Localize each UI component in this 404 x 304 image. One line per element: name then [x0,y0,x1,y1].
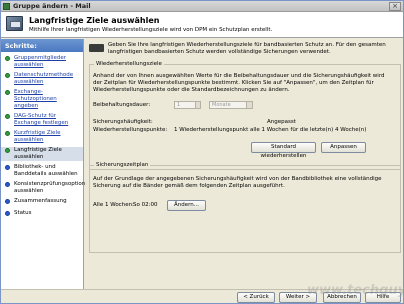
close-button[interactable]: × [389,2,401,11]
step-complete-icon [5,56,10,61]
recovery-points-label: Wiederherstellungspunkte: [93,127,168,133]
steps-heading: Schritte: [1,39,83,52]
step-dag-schutz[interactable]: DAG-Schutz für Exchange festlegen [1,113,83,127]
intro-text: Geben Sie Ihre langfristigen Wiederherst… [108,42,386,55]
step-current-icon [5,148,10,153]
steps-sidebar: Schritte: Gruppenmitglieder auswählen Da… [1,39,92,289]
step-pending-icon [5,182,10,187]
recovery-goals-group: Wiederherstellungsziele Anhand der von I… [89,61,401,170]
window-title: Gruppe ändern - Mail [13,2,91,10]
title-bar: Gruppe ändern - Mail × [1,1,403,12]
wizard-window: Gruppe ändern - Mail × Langfristige Ziel… [0,0,404,304]
steps-list: Gruppenmitglieder auswählen Datenschutzm… [1,52,92,219]
spinner-arrows-icon [195,102,200,108]
retention-spinner: 1 [174,101,201,109]
step-datenschutzmethode[interactable]: Datenschutzmethode auswählen [1,72,83,86]
retention-unit-value: Monate [212,102,231,108]
restore-default-button[interactable]: Standard wiederherstellen [251,142,316,159]
retention-unit-select: Monate [209,101,253,109]
recovery-goals-label: Wiederherstellungsziele [94,61,164,67]
step-gruppenmitglieder[interactable]: Gruppenmitglieder auswählen [1,55,83,69]
server-icon [6,16,23,31]
customize-button[interactable]: Anpassen [321,142,366,153]
chevron-down-icon [246,102,252,108]
step-complete-icon [5,73,10,78]
step-status[interactable]: Status [1,210,83,219]
step-pending-icon [5,199,10,204]
retention-label: Beibehaltungsdauer: [93,102,151,108]
step-zusammenfassung[interactable]: Zusammenfassung [1,198,83,207]
step-pending-icon [5,211,10,216]
backup-schedule-label: Sicherungszeitplan [94,162,151,168]
main-content: Geben Sie Ihre langfristigen Wiederherst… [85,39,403,289]
step-bibliothek-banddetails[interactable]: Bibliothek- und Banddetails auswählen [1,164,83,178]
step-kurzfristige-ziele[interactable]: Kurzfristige Ziele auswählen [1,130,83,144]
page-title: Langfristige Ziele auswählen [29,16,160,25]
schedule-entry-label: Alle 1 Wochen: [93,202,134,208]
recovery-goals-description: Anhand der von Ihnen ausgewählten Werte … [93,73,385,93]
tape-icon [89,44,104,52]
retention-value: 1 [177,102,181,108]
recovery-points-value: 1 Wiederherstellungspunkt alle 1 Wochen … [174,127,367,133]
frequency-label: Sicherungshäufigkeit: [93,119,153,125]
step-complete-icon [5,90,10,95]
frequency-value: Angepasst [267,119,296,125]
step-exchange-schutzoptionen[interactable]: Exchange-Schutzoptionen angeben [1,89,83,110]
wizard-header: Langfristige Ziele auswählen Mithilfe Ih… [1,12,403,38]
step-langfristige-ziele[interactable]: Langfristige Ziele auswählen [1,147,83,161]
backup-schedule-description: Auf der Grundlage der angegebenen Sicher… [93,176,382,189]
step-konsistenzpruefung[interactable]: Konsistenzprüfungsoptionen auswählen [1,181,92,195]
app-icon [3,3,10,10]
watermark: www.techguy.at [307,283,404,298]
step-complete-icon [5,114,10,119]
back-button[interactable]: < Zurück [237,292,275,303]
step-pending-icon [5,165,10,170]
schedule-entry-value: So 02:00 [133,202,158,208]
page-subtitle: Mithilfe Ihrer langfristigen Wiederherst… [29,27,273,33]
backup-schedule-group: Sicherungszeitplan Auf der Grundlage der… [89,162,401,253]
change-schedule-button[interactable]: Ändern... [167,200,206,211]
step-complete-icon [5,131,10,136]
